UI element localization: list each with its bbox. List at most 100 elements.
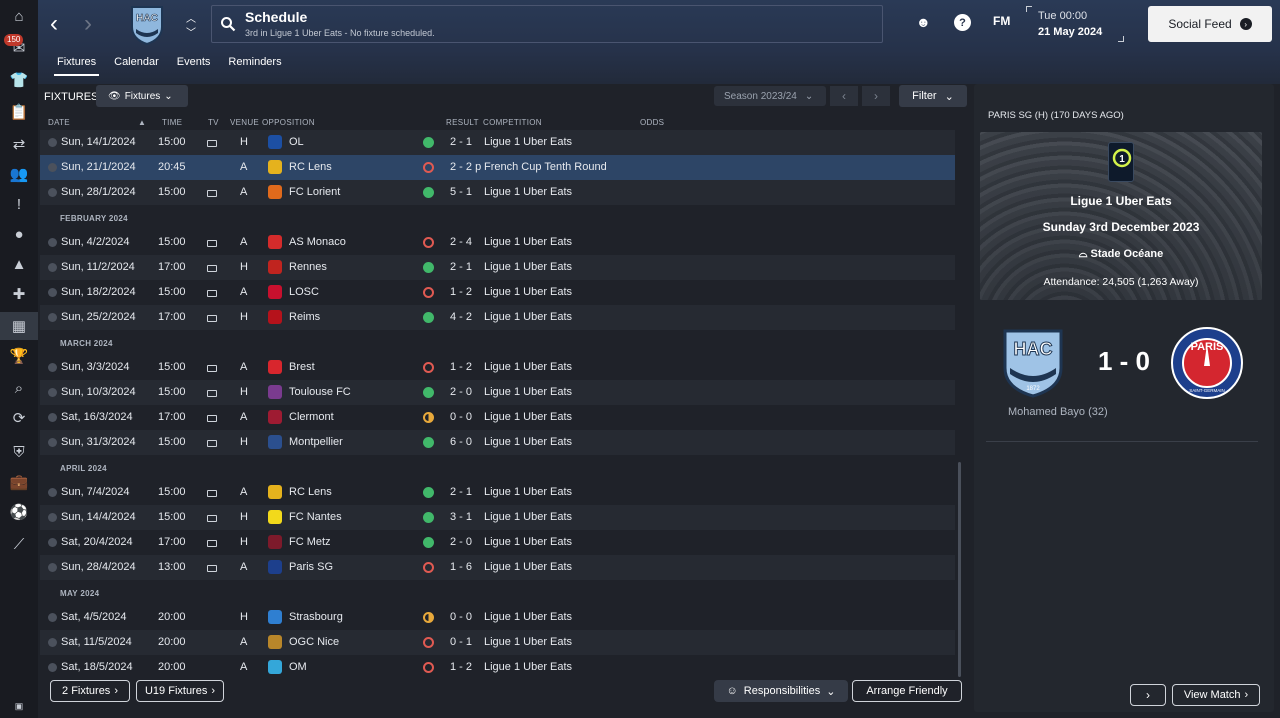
col-opposition[interactable]: OPPOSITION: [262, 118, 315, 127]
tab-calendar[interactable]: Calendar: [105, 52, 168, 78]
row-check-icon[interactable]: [48, 563, 57, 572]
fixture-score[interactable]: 1 - 2: [450, 361, 472, 373]
alerts-icon[interactable]: !: [0, 190, 38, 218]
fixture-opponent[interactable]: OM: [289, 661, 307, 673]
game-date[interactable]: Tue 00:00 21 May 2024: [1026, 6, 1124, 42]
report-icon[interactable]: ⟋: [0, 530, 38, 558]
fixture-competition[interactable]: Ligue 1 Uber Eats: [484, 411, 572, 423]
finances-icon[interactable]: 💼: [0, 468, 38, 496]
col-venue[interactable]: VENUE: [230, 118, 259, 127]
fixture-score[interactable]: 6 - 0: [450, 436, 472, 448]
responsibilities-button[interactable]: ☺ Responsibilities ⌄: [714, 680, 848, 702]
trophy-icon[interactable]: 🏆: [0, 342, 38, 370]
col-tv[interactable]: TV: [208, 118, 219, 127]
tactics-icon[interactable]: 📋: [0, 98, 38, 126]
club-icon[interactable]: ⛨: [0, 438, 38, 466]
row-check-icon[interactable]: [48, 613, 57, 622]
fixture-opponent[interactable]: Strasbourg: [289, 611, 343, 623]
fixture-score[interactable]: 1 - 2: [450, 286, 472, 298]
staff-icon[interactable]: 👥: [0, 160, 38, 188]
row-check-icon[interactable]: [48, 438, 57, 447]
fixture-row[interactable]: Sun, 7/4/2024 15:00 A RC Lens 2 - 1 Ligue 1 U…: [40, 480, 955, 505]
row-check-icon[interactable]: [48, 138, 57, 147]
fixture-competition[interactable]: Ligue 1 Uber Eats: [484, 511, 572, 523]
row-check-icon[interactable]: [48, 413, 57, 422]
fixture-score[interactable]: 1 - 6: [450, 561, 472, 573]
row-check-icon[interactable]: [48, 263, 57, 272]
fixture-competition[interactable]: Ligue 1 Uber Eats: [484, 261, 572, 273]
fixture-competition[interactable]: French Cup Tenth Round: [484, 161, 607, 173]
col-competition[interactable]: COMPETITION: [483, 118, 542, 127]
fixture-row[interactable]: Sun, 21/1/2024 20:45 A RC Lens 2 - 2 p French…: [40, 155, 955, 180]
row-check-icon[interactable]: [48, 538, 57, 547]
fixture-score[interactable]: 2 - 0: [450, 536, 472, 548]
dynamics-icon[interactable]: ⇄: [0, 130, 38, 158]
fixture-opponent[interactable]: Clermont: [289, 411, 334, 423]
fixture-competition[interactable]: Ligue 1 Uber Eats: [484, 436, 572, 448]
row-check-icon[interactable]: [48, 663, 57, 672]
fixture-opponent[interactable]: RC Lens: [289, 161, 332, 173]
schedule-icon[interactable]: ▦: [0, 312, 38, 340]
fixture-opponent[interactable]: FC Nantes: [289, 511, 342, 523]
fixture-row[interactable]: Sun, 10/3/2024 15:00 H Toulouse FC 2 - 0 Ligu…: [40, 380, 955, 405]
fixture-score[interactable]: 2 - 1: [450, 136, 472, 148]
fixture-row[interactable]: Sat, 18/5/2024 20:00 A OM 1 - 2 Ligue 1 Uber …: [40, 655, 955, 680]
season-dropdown[interactable]: Season 2023/24 ⌄: [714, 86, 826, 106]
fixture-opponent[interactable]: Rennes: [289, 261, 327, 273]
fixture-competition[interactable]: Ligue 1 Uber Eats: [484, 136, 572, 148]
fixture-score[interactable]: 2 - 0: [450, 386, 472, 398]
fixture-row[interactable]: Sat, 16/3/2024 17:00 A Clermont 0 - 0 Ligue 1…: [40, 405, 955, 430]
dev-centre-icon[interactable]: ⚽: [0, 498, 38, 526]
row-check-icon[interactable]: [48, 188, 57, 197]
scrollbar[interactable]: [958, 462, 961, 677]
prev-season-button[interactable]: ‹: [830, 86, 858, 106]
next-match-button[interactable]: ›: [1130, 684, 1166, 706]
fm-menu[interactable]: FM: [993, 14, 1010, 28]
fixture-competition[interactable]: Ligue 1 Uber Eats: [484, 311, 572, 323]
fixture-row[interactable]: Sat, 11/5/2024 20:00 A OGC Nice 0 - 1 Ligue 1…: [40, 630, 955, 655]
chevron-up-icon[interactable]: ︿: [186, 10, 196, 25]
fixture-row[interactable]: Sun, 11/2/2024 17:00 H Rennes 2 - 1 Ligue 1 U…: [40, 255, 955, 280]
fixture-row[interactable]: Sun, 18/2/2024 15:00 A LOSC 1 - 2 Ligue 1 Ube…: [40, 280, 955, 305]
home-icon[interactable]: ⌂: [0, 2, 38, 30]
fixture-competition[interactable]: Ligue 1 Uber Eats: [484, 561, 572, 573]
col-date[interactable]: DATE: [48, 118, 70, 127]
fixture-opponent[interactable]: Reims: [289, 311, 320, 323]
fixture-opponent[interactable]: Paris SG: [289, 561, 333, 573]
inbox-icon[interactable]: ✉ 150: [0, 34, 38, 62]
fixture-opponent[interactable]: FC Metz: [289, 536, 331, 548]
col-time[interactable]: TIME: [162, 118, 182, 127]
forward-arrow-icon[interactable]: ›: [84, 10, 92, 38]
fixture-score[interactable]: 2 - 2 p: [450, 161, 481, 173]
title-search-box[interactable]: Schedule 3rd in Ligue 1 Uber Eats - No f…: [211, 5, 883, 43]
help-icon[interactable]: ?: [954, 14, 971, 31]
col-result[interactable]: RESULT: [446, 118, 479, 127]
fixture-competition[interactable]: Ligue 1 Uber Eats: [484, 386, 572, 398]
row-check-icon[interactable]: [48, 163, 57, 172]
tab-fixtures[interactable]: Fixtures: [48, 52, 105, 78]
row-check-icon[interactable]: [48, 513, 57, 522]
view-match-button[interactable]: View Match ›: [1172, 684, 1260, 706]
fixture-opponent[interactable]: OL: [289, 136, 304, 148]
filter-button[interactable]: Filter ⌄: [899, 85, 967, 107]
fixture-row[interactable]: Sun, 31/3/2024 15:00 H Montpellier 6 - 0 Ligu…: [40, 430, 955, 455]
fixture-score[interactable]: 4 - 2: [450, 311, 472, 323]
fixture-competition[interactable]: Ligue 1 Uber Eats: [484, 636, 572, 648]
medkit-icon[interactable]: ✚: [0, 280, 38, 308]
col-odds[interactable]: ODDS: [640, 118, 664, 127]
row-check-icon[interactable]: [48, 638, 57, 647]
fixture-competition[interactable]: Ligue 1 Uber Eats: [484, 361, 572, 373]
row-check-icon[interactable]: [48, 313, 57, 322]
row-check-icon[interactable]: [48, 363, 57, 372]
sort-asc-icon[interactable]: ▲: [138, 118, 146, 127]
fixture-score[interactable]: 5 - 1: [450, 186, 472, 198]
fixture-opponent[interactable]: FC Lorient: [289, 186, 340, 198]
fixture-score[interactable]: 2 - 4: [450, 236, 472, 248]
fixture-opponent[interactable]: LOSC: [289, 286, 319, 298]
scouting-icon[interactable]: ⌕: [0, 374, 38, 402]
fixture-competition[interactable]: Ligue 1 Uber Eats: [484, 186, 572, 198]
training-icon[interactable]: ●: [0, 220, 38, 248]
fixture-competition[interactable]: Ligue 1 Uber Eats: [484, 536, 572, 548]
fixture-score[interactable]: 0 - 1: [450, 636, 472, 648]
fixture-row[interactable]: Sun, 3/3/2024 15:00 A Brest 1 - 2 Ligue 1 Ube…: [40, 355, 955, 380]
